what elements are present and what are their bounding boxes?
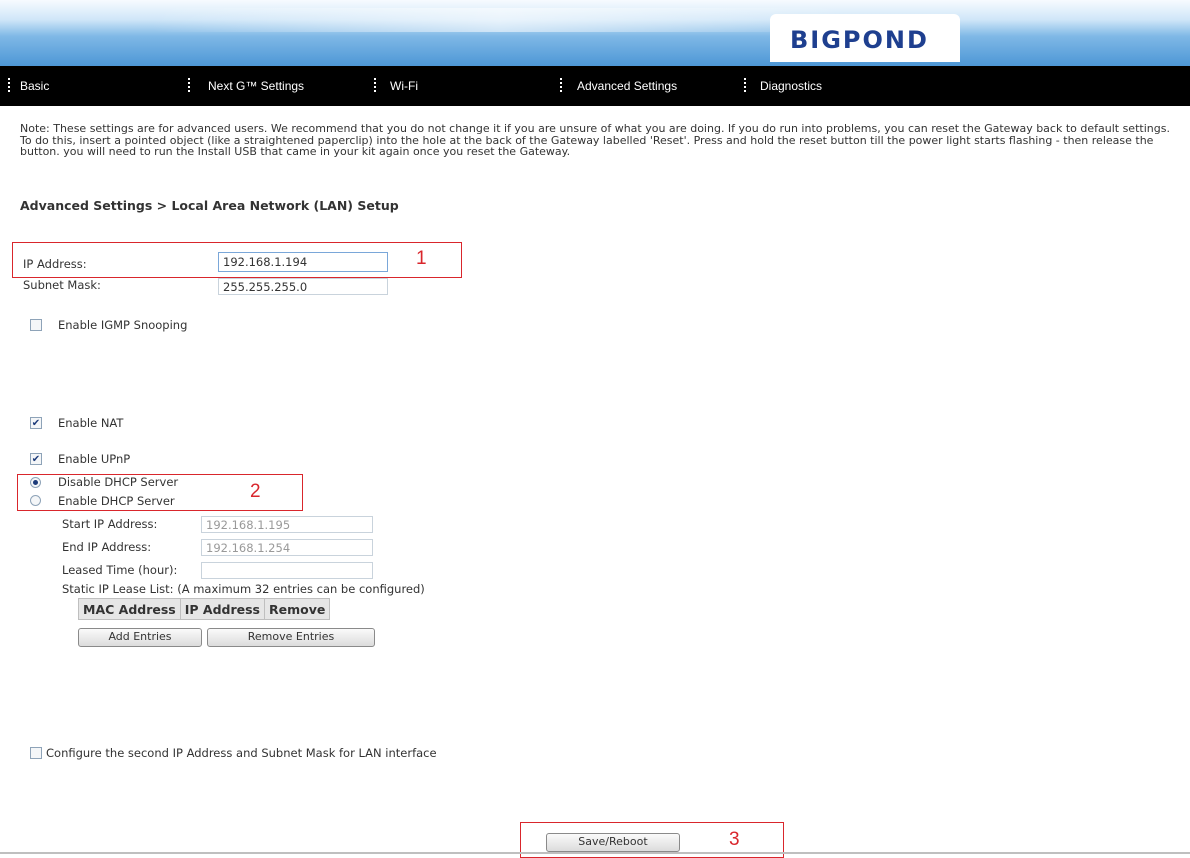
- igmp-snooping-checkbox[interactable]: [30, 319, 42, 331]
- column-header-mac: MAC Address: [78, 598, 181, 620]
- enable-dhcp-label: Enable DHCP Server: [58, 494, 175, 508]
- nav-separator: [188, 78, 190, 94]
- nav-item-next-g-settings[interactable]: Next G™ Settings: [208, 66, 304, 106]
- enable-upnp-checkbox[interactable]: ✔: [30, 453, 42, 465]
- leased-time-input[interactable]: [201, 562, 373, 579]
- static-lease-table: MAC Address IP Address Remove: [78, 598, 331, 620]
- nav-item-advanced-settings[interactable]: Advanced Settings: [577, 66, 677, 106]
- save-reboot-button[interactable]: Save/Reboot: [546, 833, 680, 852]
- nav-separator: [744, 78, 746, 94]
- column-header-remove: Remove: [263, 598, 331, 620]
- enable-dhcp-radio[interactable]: [30, 495, 41, 506]
- nav-item-basic[interactable]: Basic: [20, 66, 49, 106]
- start-ip-label: Start IP Address:: [62, 517, 158, 531]
- callout-number-2: 2: [250, 481, 261, 502]
- second-ip-checkbox[interactable]: [30, 747, 42, 759]
- start-ip-input[interactable]: 192.168.1.195: [201, 516, 373, 533]
- end-ip-label: End IP Address:: [62, 540, 152, 554]
- footer-divider: [0, 852, 1190, 854]
- enable-upnp-label: Enable UPnP: [58, 452, 131, 466]
- add-entries-button[interactable]: Add Entries: [78, 628, 202, 647]
- callout-number-1: 1: [416, 248, 427, 269]
- subnet-mask-label: Subnet Mask:: [23, 278, 101, 292]
- remove-entries-button[interactable]: Remove Entries: [207, 628, 375, 647]
- igmp-snooping-label: Enable IGMP Snooping: [58, 318, 188, 332]
- disable-dhcp-radio[interactable]: [30, 477, 41, 488]
- bigpond-logo: BIGPOND: [790, 26, 929, 54]
- nav-separator: [8, 78, 10, 94]
- second-ip-label: Configure the second IP Address and Subn…: [46, 746, 437, 760]
- nav-item-wifi[interactable]: Wi-Fi: [390, 66, 418, 106]
- enable-nat-checkbox[interactable]: ✔: [30, 417, 42, 429]
- main-nav: Basic Next G™ Settings Wi-Fi Advanced Se…: [0, 66, 1190, 106]
- end-ip-input[interactable]: 192.168.1.254: [201, 539, 373, 556]
- header-banner: [0, 0, 1190, 66]
- subnet-mask-input[interactable]: 255.255.255.0: [218, 278, 388, 295]
- ip-address-label: IP Address:: [23, 257, 87, 271]
- leased-time-label: Leased Time (hour):: [62, 563, 178, 577]
- banner-highlight: [150, 8, 850, 32]
- ip-address-input[interactable]: 192.168.1.194: [218, 252, 388, 272]
- nav-separator: [560, 78, 562, 94]
- nav-item-diagnostics[interactable]: Diagnostics: [760, 66, 822, 106]
- enable-nat-label: Enable NAT: [58, 416, 124, 430]
- nav-separator: [374, 78, 376, 94]
- advanced-users-note: Note: These settings are for advanced us…: [20, 122, 1170, 158]
- callout-number-3: 3: [729, 829, 740, 850]
- column-header-ip: IP Address: [179, 598, 266, 620]
- disable-dhcp-label: Disable DHCP Server: [58, 475, 179, 489]
- static-lease-label: Static IP Lease List: (A maximum 32 entr…: [62, 582, 425, 596]
- page-title: Advanced Settings > Local Area Network (…: [20, 198, 399, 213]
